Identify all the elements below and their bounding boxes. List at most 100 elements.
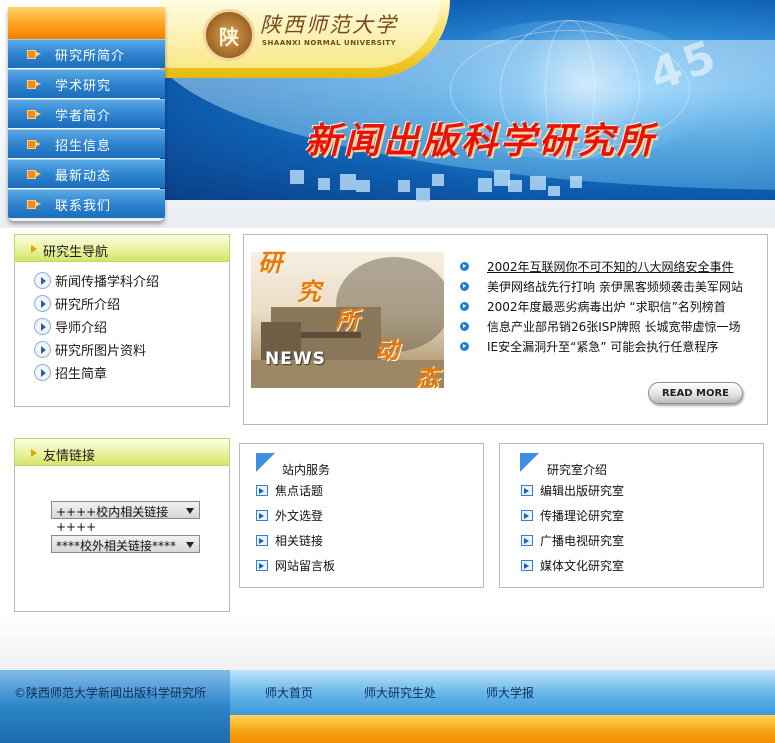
lab-item-editing[interactable]: 编辑出版研究室 — [521, 482, 624, 499]
footer-link-home[interactable]: 师大首页 — [265, 684, 313, 701]
arrow-right-icon — [27, 49, 43, 59]
lab-item-culture[interactable]: 媒体文化研究室 — [521, 557, 624, 574]
internal-links-value: ++++校内相关链接++++ — [56, 505, 169, 534]
grad-nav-label: 研究所介绍 — [55, 298, 121, 313]
menu-item-institute-intro[interactable]: 研究所简介 — [8, 39, 165, 68]
internal-links-select[interactable]: ++++校内相关链接++++ — [51, 501, 200, 534]
menu-item-scholars[interactable]: 学者简介 — [8, 99, 165, 128]
decor-square — [318, 178, 330, 190]
news-item-label: 2002年互联网你不可不知的八大网络安全事件 — [487, 260, 734, 274]
grad-nav-header: 研究生导航 — [14, 234, 230, 262]
news-item-label: 2002年度最恶劣病毒出炉 “求职信”名列榜首 — [487, 300, 726, 314]
footer-copyright: ©陕西师范大学新闻出版科学研究所 — [14, 686, 207, 700]
grad-nav-label: 导师介绍 — [55, 321, 108, 336]
friend-links-title: 友情链接 — [43, 449, 96, 464]
arrow-right-icon — [27, 169, 43, 179]
circle-play-icon — [34, 295, 51, 312]
menu-item-label: 联系我们 — [55, 198, 112, 214]
arrow-right-icon — [27, 199, 43, 209]
menu-item-label: 学者简介 — [55, 108, 112, 124]
photo-char: 研 — [258, 248, 282, 277]
lab-item-label: 媒体文化研究室 — [540, 559, 625, 573]
university-name[interactable]: 陕西师范大学 — [260, 9, 398, 39]
grad-nav-item-brochure[interactable]: 招生简章 — [34, 363, 107, 382]
decor-square — [290, 170, 304, 184]
university-emblem-icon[interactable]: 陕 — [203, 9, 255, 61]
grad-nav-item-discipline[interactable]: 新闻传播学科介绍 — [34, 271, 159, 290]
decor-square — [356, 180, 370, 192]
circle-play-icon — [34, 341, 51, 358]
circle-play-icon — [34, 272, 51, 289]
news-item-label: 信息产业部吊销26张ISP牌照 长城宽带虚惊一场 — [487, 320, 741, 334]
news-item[interactable]: 信息产业部吊销26张ISP牌照 长城宽带虚惊一场 — [460, 318, 740, 335]
decor-square — [570, 176, 582, 188]
site-services-title: 站内服务 — [282, 463, 331, 477]
lab-item-theory[interactable]: 传播理论研究室 — [521, 507, 624, 524]
external-links-select[interactable]: ****校外相关链接**** — [51, 535, 200, 553]
menu-item-label: 学术研究 — [55, 78, 112, 94]
site-title: 新闻出版科学研究所 — [305, 120, 657, 162]
decor-square — [340, 174, 356, 190]
news-item[interactable]: 2002年互联网你不可不知的八大网络安全事件 — [460, 258, 734, 275]
menu-item-latest-news[interactable]: 最新动态 — [8, 159, 165, 188]
external-links-value: ****校外相关链接**** — [56, 539, 177, 553]
blue-bullet-icon — [460, 342, 469, 351]
lab-item-label: 广播电视研究室 — [540, 534, 625, 548]
menu-header-bar — [8, 7, 165, 39]
decor-square — [398, 180, 410, 192]
photo-char: 态 — [415, 363, 439, 392]
grad-nav-label: 新闻传播学科介绍 — [55, 275, 160, 290]
service-item-label: 焦点话题 — [275, 484, 324, 498]
menu-item-label: 招生信息 — [55, 138, 112, 154]
menu-item-contact[interactable]: 联系我们 — [8, 189, 165, 218]
read-more-button[interactable]: READ MORE — [648, 382, 743, 404]
grad-nav-title: 研究生导航 — [43, 245, 109, 260]
news-item[interactable]: 美伊网络战先行打响 亲伊黑客频频袭击美军网站 — [460, 278, 743, 295]
corner-triangle-icon — [520, 453, 539, 472]
news-item[interactable]: 2002年度最恶劣病毒出炉 “求职信”名列榜首 — [460, 298, 726, 315]
service-item-links[interactable]: 相关链接 — [256, 532, 323, 549]
link-arrow-icon — [256, 510, 268, 521]
menu-item-academic-research[interactable]: 学术研究 — [8, 69, 165, 98]
decor-square — [432, 174, 444, 186]
decor-square — [548, 186, 560, 196]
grad-nav-item-photos[interactable]: 研究所图片资料 — [34, 340, 146, 359]
link-arrow-icon — [521, 560, 533, 571]
emblem-char: 陕 — [219, 24, 239, 49]
footer-link-graduate-office[interactable]: 师大研究生处 — [364, 684, 436, 701]
photo-char: 动 — [375, 335, 399, 364]
news-item-label: 美伊网络战先行打响 亲伊黑客频频袭击美军网站 — [487, 280, 743, 294]
service-item-label: 相关链接 — [275, 534, 324, 548]
news-photo-label: NEWS — [265, 349, 326, 369]
link-arrow-icon — [256, 560, 268, 571]
grad-nav-item-institute[interactable]: 研究所介绍 — [34, 294, 120, 313]
grad-nav-label: 研究所图片资料 — [55, 344, 147, 359]
link-arrow-icon — [521, 510, 533, 521]
menu-item-label: 研究所简介 — [55, 48, 126, 64]
blue-bullet-icon — [460, 282, 469, 291]
lab-item-label: 编辑出版研究室 — [540, 484, 625, 498]
decor-square — [478, 178, 492, 192]
menu-item-admissions[interactable]: 招生信息 — [8, 129, 165, 158]
service-item-foreign[interactable]: 外文选登 — [256, 507, 323, 524]
university-name-en: SHAANXI NORMAL UNIVERSITY — [262, 39, 397, 47]
service-item-focus[interactable]: 焦点话题 — [256, 482, 323, 499]
link-arrow-icon — [256, 535, 268, 546]
chevron-down-icon — [186, 542, 194, 548]
news-item[interactable]: IE安全漏洞升至“紧急” 可能会执行任意程序 — [460, 338, 718, 355]
photo-char: 所 — [335, 305, 359, 334]
footer-left-block — [0, 670, 230, 743]
grad-nav-item-advisors[interactable]: 导师介绍 — [34, 317, 107, 336]
link-arrow-icon — [521, 485, 533, 496]
blue-bullet-icon — [460, 302, 469, 311]
grad-nav-label: 招生简章 — [55, 367, 108, 382]
service-item-label: 网站留言板 — [275, 559, 336, 573]
news-item-label: IE安全漏洞升至“紧急” 可能会执行任意程序 — [487, 340, 719, 354]
service-item-guestbook[interactable]: 网站留言板 — [256, 557, 335, 574]
circle-play-icon — [34, 364, 51, 381]
footer-link-journal[interactable]: 师大学报 — [486, 684, 534, 701]
triangle-icon — [31, 245, 37, 253]
lab-item-broadcast[interactable]: 广播电视研究室 — [521, 532, 624, 549]
decor-square — [530, 176, 546, 190]
blue-bullet-icon — [460, 322, 469, 331]
